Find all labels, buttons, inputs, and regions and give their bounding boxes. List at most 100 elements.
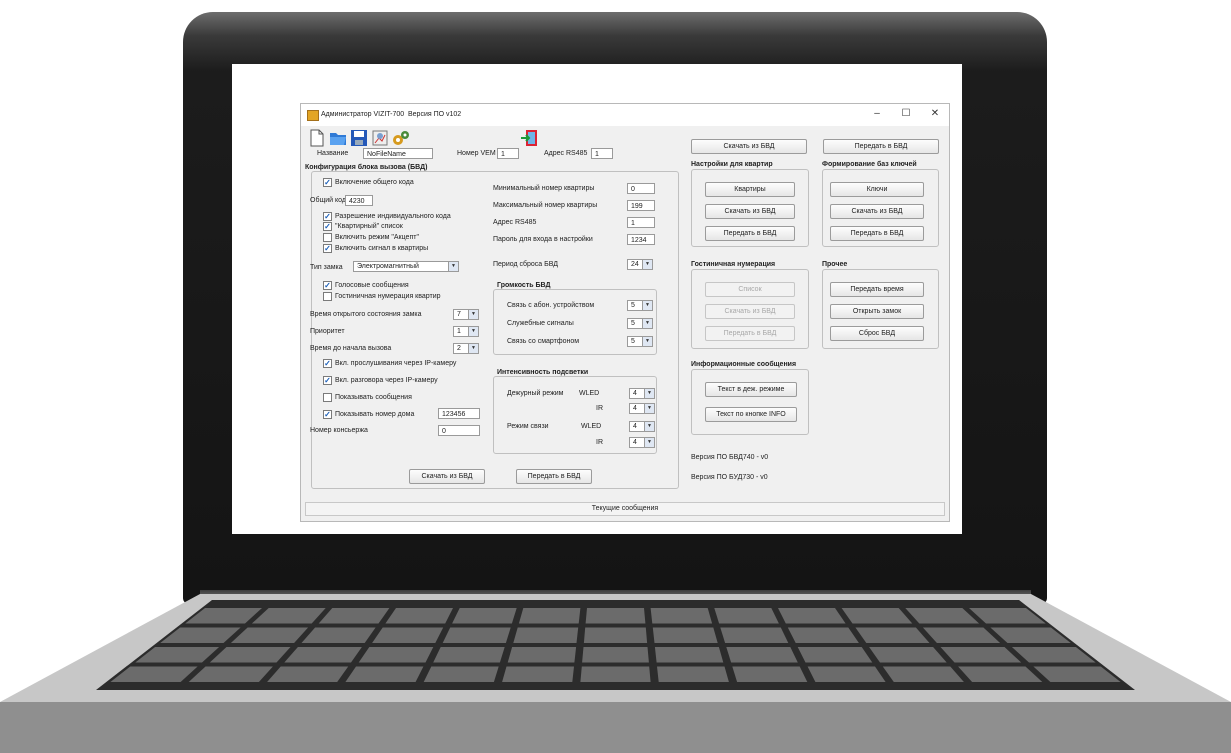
max-apt-input[interactable]: 199 xyxy=(627,200,655,211)
info-messages-group xyxy=(691,369,809,435)
call-delay-label: Время до начала вызова xyxy=(310,345,392,352)
subscriber-volume-label: Связь с абон. устройством xyxy=(507,302,595,309)
close-button[interactable]: ✕ xyxy=(928,108,942,120)
priority-select[interactable]: 1 ▼ xyxy=(453,326,479,337)
priority-value: 1 xyxy=(457,328,461,335)
chevron-down-icon: ▼ xyxy=(644,422,654,431)
keyboard-key xyxy=(650,608,713,624)
accept-mode-checkbox[interactable] xyxy=(323,233,332,242)
lock-type-value: Электромагнитный xyxy=(357,263,419,270)
title-bar: Администратор VIZIT-700 Версия ПО v102 –… xyxy=(301,104,949,126)
download-top-button[interactable]: Скачать из БВД xyxy=(691,139,807,154)
hotel-list-button[interactable]: Список xyxy=(705,282,795,297)
open-time-select[interactable]: 7 ▼ xyxy=(453,309,479,320)
common-code-input[interactable]: 4230 xyxy=(345,195,373,206)
apartments-upload-button[interactable]: Передать в БВД xyxy=(705,226,795,241)
other-title: Прочее xyxy=(822,261,848,268)
min-apt-label: Минимальный номер квартиры xyxy=(493,185,595,192)
call-wled-label: WLED xyxy=(581,423,602,430)
duty-text-button[interactable]: Текст в деж. режиме xyxy=(705,382,797,397)
keyboard-key xyxy=(657,666,729,682)
chevron-down-icon: ▼ xyxy=(468,327,478,336)
reset-period-select[interactable]: 24 ▼ xyxy=(627,259,653,270)
call-wled-select[interactable]: 4 ▼ xyxy=(629,421,655,432)
duty-ir-select[interactable]: 4 ▼ xyxy=(629,403,655,414)
hotel-title: Гостиничная нумерация xyxy=(691,261,776,268)
keyboard-key xyxy=(284,647,362,663)
gears-icon[interactable] xyxy=(391,128,411,148)
voice-messages-checkbox[interactable]: ✓ xyxy=(323,281,332,290)
ip-listen-checkbox[interactable]: ✓ xyxy=(323,359,332,368)
apartments-download-button[interactable]: Скачать из БВД xyxy=(705,204,795,219)
print-settings-icon[interactable] xyxy=(370,128,390,148)
rs485-input[interactable]: 1 xyxy=(591,148,613,159)
duty-ir-value: 4 xyxy=(633,405,637,412)
show-messages-checkbox[interactable] xyxy=(323,393,332,402)
keyboard-key xyxy=(345,666,424,682)
keys-button[interactable]: Ключи xyxy=(830,182,924,197)
info-text-button[interactable]: Текст по кнопке INFO xyxy=(705,407,797,422)
call-ir-value: 4 xyxy=(633,439,637,446)
client-area: Название NoFileName Номер VEM 1 Адрес RS… xyxy=(301,126,949,521)
keys-upload-button[interactable]: Передать в БВД xyxy=(830,226,924,241)
smartphone-volume-select[interactable]: 5 ▼ xyxy=(627,336,653,347)
signal-apartment-checkbox[interactable]: ✓ xyxy=(323,244,332,253)
open-folder-icon[interactable] xyxy=(328,128,348,148)
ip-talk-label: Вкл. разговора через IP-камеру xyxy=(335,377,438,384)
vem-label: Номер VEM xyxy=(457,150,496,157)
keyboard-key xyxy=(778,608,846,624)
subscriber-volume-select[interactable]: 5 ▼ xyxy=(627,300,653,311)
service-volume-label: Служебные сигналы xyxy=(507,320,574,327)
laptop-keyboard-deck xyxy=(0,594,1231,753)
chevron-down-icon: ▼ xyxy=(642,260,652,269)
call-delay-select[interactable]: 2 ▼ xyxy=(453,343,479,354)
new-file-icon[interactable] xyxy=(307,128,327,148)
house-number-input[interactable]: 123456 xyxy=(438,408,480,419)
config-upload-button[interactable]: Передать в БВД xyxy=(516,469,592,484)
config-download-button[interactable]: Скачать из БВД xyxy=(409,469,485,484)
reset-bvd-button[interactable]: Сброс БВД xyxy=(830,326,924,341)
chevron-down-icon: ▼ xyxy=(468,344,478,353)
hotel-upload-button[interactable]: Передать в БВД xyxy=(705,326,795,341)
upload-top-button[interactable]: Передать в БВД xyxy=(823,139,939,154)
call-wled-value: 4 xyxy=(633,423,637,430)
ip-talk-checkbox[interactable]: ✓ xyxy=(323,376,332,385)
maximize-button[interactable]: ☐ xyxy=(899,108,913,120)
name-input[interactable]: NoFileName xyxy=(363,148,433,159)
lock-type-select[interactable]: Электромагнитный ▼ xyxy=(353,261,459,272)
keyboard-key xyxy=(720,627,789,643)
apartment-list-checkbox[interactable]: ✓ xyxy=(323,222,332,231)
call-ir-select[interactable]: 4 ▼ xyxy=(629,437,655,448)
open-lock-button[interactable]: Открыть замок xyxy=(830,304,924,319)
concierge-input[interactable]: 0 xyxy=(438,425,480,436)
smartphone-volume-value: 5 xyxy=(631,338,635,345)
individual-code-checkbox[interactable]: ✓ xyxy=(323,212,332,221)
hotel-numbering-checkbox[interactable] xyxy=(323,292,332,301)
common-code-checkbox[interactable]: ✓ xyxy=(323,178,332,187)
hotel-download-button[interactable]: Скачать из БВД xyxy=(705,304,795,319)
vem-input[interactable]: 1 xyxy=(497,148,519,159)
chevron-down-icon: ▼ xyxy=(468,310,478,319)
show-house-checkbox[interactable]: ✓ xyxy=(323,410,332,419)
minimize-button[interactable]: – xyxy=(870,108,884,120)
save-icon[interactable] xyxy=(349,128,369,148)
keyboard-key xyxy=(442,627,511,643)
send-time-button[interactable]: Передать время xyxy=(830,282,924,297)
duty-mode-label: Дежурный режим xyxy=(507,390,564,397)
addr-rs485-input[interactable]: 1 xyxy=(627,217,655,228)
duty-wled-select[interactable]: 4 ▼ xyxy=(629,388,655,399)
name-label: Название xyxy=(317,150,349,157)
keyboard-key xyxy=(654,647,724,663)
min-apt-input[interactable]: 0 xyxy=(627,183,655,194)
chevron-down-icon: ▼ xyxy=(642,319,652,328)
keys-download-button[interactable]: Скачать из БВД xyxy=(830,204,924,219)
password-input[interactable]: 1234 xyxy=(627,234,655,245)
max-apt-label: Максимальный номер квартиры xyxy=(493,202,598,209)
apartments-button[interactable]: Квартиры xyxy=(705,182,795,197)
service-volume-select[interactable]: 5 ▼ xyxy=(627,318,653,329)
window-version: Версия ПО v102 xyxy=(408,111,462,118)
info-messages-title: Информационные сообщения xyxy=(691,361,797,368)
keyboard-key xyxy=(452,608,517,624)
exit-door-icon[interactable] xyxy=(520,128,540,148)
keyboard-key xyxy=(507,647,577,663)
